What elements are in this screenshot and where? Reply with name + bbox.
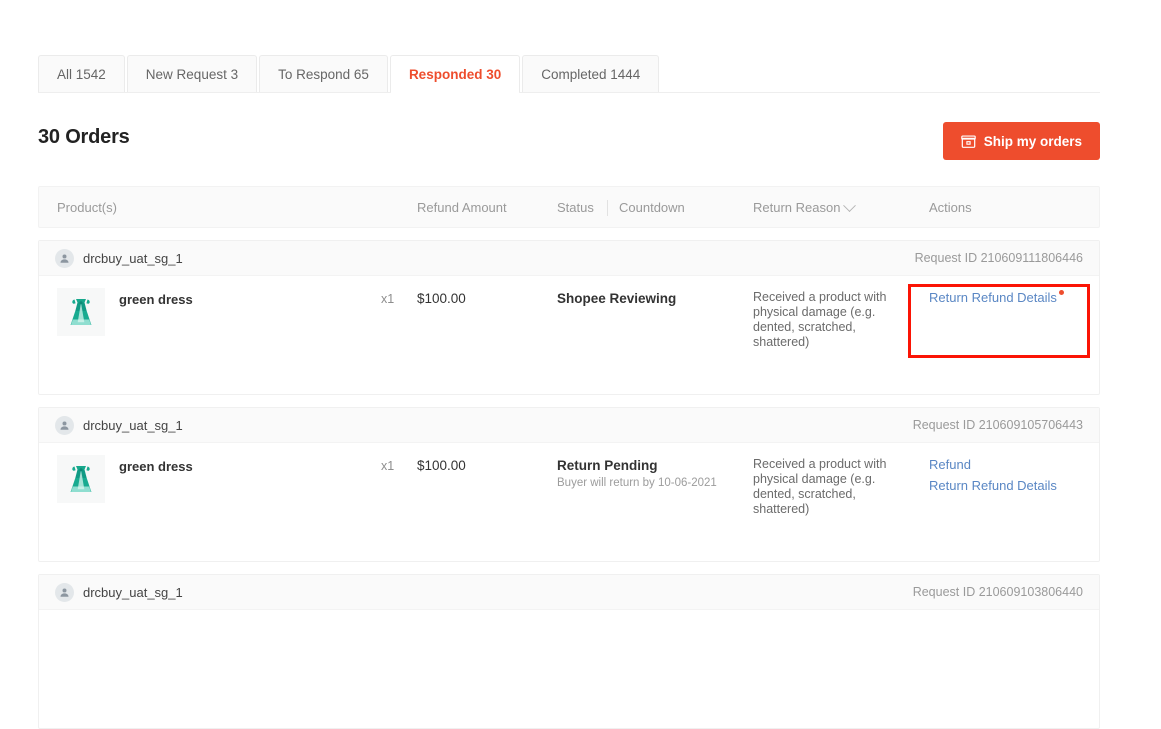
product-quantity: x1	[381, 292, 395, 306]
actions-cell: Return Refund Details	[929, 290, 1089, 311]
green-dress-thumbnail[interactable]	[57, 288, 105, 336]
refund-link[interactable]: Refund	[929, 457, 971, 472]
user-avatar-icon	[55, 248, 74, 268]
page-title: 30 Orders	[38, 126, 130, 148]
refund-amount: $100.00	[417, 458, 466, 473]
return-reason: Received a product with physical damage …	[753, 290, 887, 349]
column-header-countdown: Countdown	[619, 200, 685, 215]
table-header-row: Product(s) Refund Amount Status Countdow…	[38, 186, 1100, 228]
order-status-tabs: All 1542 New Request 3 To Respond 65 Res…	[38, 55, 1100, 93]
user-avatar-icon	[55, 415, 74, 435]
buyer-username[interactable]: drcbuy_uat_sg_1	[83, 251, 183, 266]
action-label: Refund	[929, 457, 971, 472]
order-card-body: green dress x1 $100.00 Shopee Reviewing …	[39, 276, 1099, 394]
column-header-actions: Actions	[929, 200, 972, 215]
return-reason: Received a product with physical damage …	[753, 457, 887, 516]
order-card-header: drcbuy_uat_sg_1 Request ID 2106091057064…	[39, 408, 1099, 443]
request-id: Request ID 210609103806440	[912, 585, 1083, 599]
buyer-username[interactable]: drcbuy_uat_sg_1	[83, 418, 183, 433]
column-header-return-reason-label: Return Reason	[753, 200, 841, 215]
orders-table: Product(s) Refund Amount Status Countdow…	[38, 186, 1100, 729]
tab-label: All 1542	[57, 66, 106, 82]
order-card: drcbuy_uat_sg_1 Request ID 2106091038064…	[38, 574, 1100, 729]
order-card-header: drcbuy_uat_sg_1 Request ID 2106091118064…	[39, 241, 1099, 276]
header-divider	[607, 200, 608, 216]
status-cell: Shopee Reviewing	[557, 291, 752, 306]
product-quantity: x1	[381, 459, 395, 473]
buyer-username[interactable]: drcbuy_uat_sg_1	[83, 585, 183, 600]
refund-amount: $100.00	[417, 291, 466, 306]
column-header-status: Status	[557, 200, 594, 215]
tab-responded[interactable]: Responded 30	[389, 55, 521, 93]
order-card: drcbuy_uat_sg_1 Request ID 2106091057064…	[38, 407, 1100, 562]
return-refund-page: All 1542 New Request 3 To Respond 65 Res…	[0, 0, 1161, 729]
return-refund-details-link[interactable]: Return Refund Details	[929, 478, 1057, 493]
product-name[interactable]: green dress	[119, 288, 193, 307]
order-card: drcbuy_uat_sg_1 Request ID 2106091118064…	[38, 240, 1100, 395]
product-cell: green dress	[57, 288, 193, 336]
notification-dot-icon	[1058, 290, 1064, 295]
status-text: Return Pending	[557, 458, 658, 473]
actions-cell: Refund Return Refund Details	[929, 457, 1089, 499]
green-dress-thumbnail[interactable]	[57, 455, 105, 503]
product-name[interactable]: green dress	[119, 455, 193, 474]
tab-to-respond[interactable]: To Respond 65	[259, 55, 388, 92]
tab-label: Responded 30	[408, 66, 502, 82]
order-card-body: green dress x1 $100.00 Return Pending Bu…	[39, 443, 1099, 561]
column-header-return-reason[interactable]: Return Reason	[753, 187, 857, 229]
column-header-refund-amount: Refund Amount	[417, 200, 507, 215]
order-card-body	[39, 610, 1099, 728]
tab-label: Completed 1444	[541, 66, 641, 82]
status-text: Shopee Reviewing	[557, 291, 677, 306]
orders-header: 30 Orders Ship my orders	[38, 122, 1100, 164]
action-label: Return Refund Details	[929, 478, 1057, 493]
tab-new-request[interactable]: New Request 3	[126, 55, 258, 92]
request-id: Request ID 210609111806446	[914, 251, 1083, 265]
request-id: Request ID 210609105706443	[912, 418, 1083, 432]
countdown-text: Buyer will return by 10-06-2021	[557, 477, 717, 489]
ship-button-label: Ship my orders	[983, 133, 1082, 149]
ship-my-orders-button[interactable]: Ship my orders	[942, 122, 1100, 160]
column-header-product: Product(s)	[57, 200, 117, 215]
user-avatar-icon	[55, 582, 74, 602]
return-refund-details-link[interactable]: Return Refund Details	[929, 290, 1064, 305]
package-box-icon	[960, 134, 976, 149]
product-cell: green dress	[57, 455, 193, 503]
status-cell: Return Pending Buyer will return by 10-0…	[557, 458, 752, 489]
tab-label: New Request 3	[145, 66, 239, 82]
tab-label: To Respond 65	[278, 66, 369, 82]
tab-completed[interactable]: Completed 1444	[522, 55, 660, 92]
tab-all[interactable]: All 1542	[38, 55, 125, 92]
order-card-header: drcbuy_uat_sg_1 Request ID 2106091038064…	[39, 575, 1099, 610]
action-label: Return Refund Details	[929, 290, 1057, 305]
chevron-down-icon	[843, 198, 857, 212]
